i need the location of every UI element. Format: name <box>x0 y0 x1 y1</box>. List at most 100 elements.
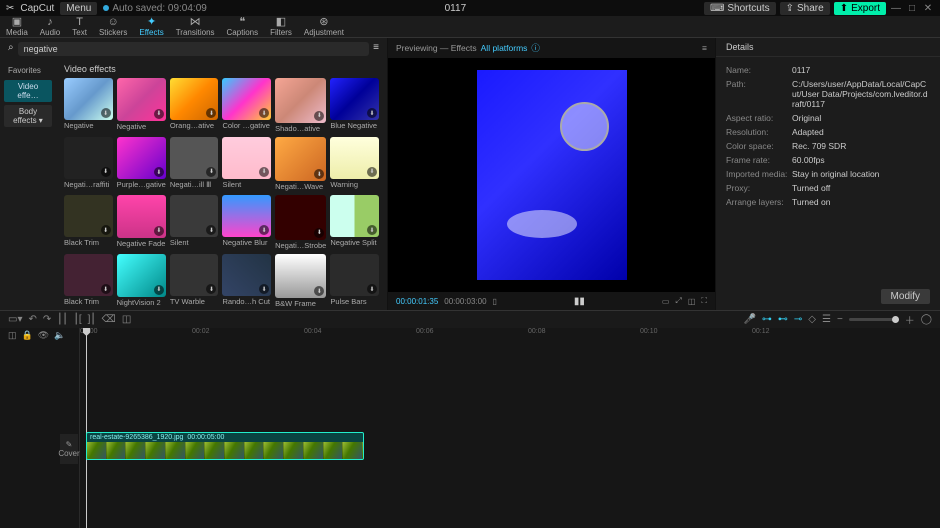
effect-thumb[interactable]: ⬇Negati…raffiti <box>64 137 113 192</box>
tab-captions[interactable]: ❝Captions <box>221 17 265 37</box>
effect-thumb[interactable]: ⬇Shado…ative <box>275 78 326 133</box>
effect-thumb[interactable]: ⬇Negati…Wave <box>275 137 326 192</box>
tab-filters[interactable]: ◧Filters <box>264 17 298 37</box>
minimize-icon[interactable]: — <box>890 3 902 14</box>
track-hide-icon[interactable]: 👁 <box>38 330 49 341</box>
effect-thumb[interactable]: ⬇Negative Blur <box>222 195 271 250</box>
trim-right-icon[interactable]: ]⎮ <box>88 314 96 325</box>
download-icon[interactable]: ⬇ <box>101 225 111 235</box>
effect-thumb[interactable]: ⬇Rando…h Cut <box>222 254 271 309</box>
undo-icon[interactable]: ↶ <box>28 314 36 325</box>
effect-thumb[interactable]: ⬇Warning <box>330 137 379 192</box>
effect-thumb[interactable]: ⬇Orang…ative <box>170 78 219 133</box>
fullscreen-icon[interactable]: ⛶ <box>701 296 707 306</box>
effect-thumb[interactable]: ⬇Negative <box>117 78 166 133</box>
maximize-icon[interactable]: □ <box>906 3 918 14</box>
sidenav-body-effects[interactable]: Body effects ▾ <box>4 105 52 127</box>
track-collapse-icon[interactable]: ◫ <box>8 330 17 341</box>
compare-icon[interactable]: ◫ <box>688 297 696 306</box>
effect-thumb[interactable]: ⬇Negative Fade <box>117 195 166 250</box>
tab-stickers[interactable]: ☺Stickers <box>93 17 133 37</box>
effect-thumb[interactable]: ⬇Negative Split <box>330 195 379 250</box>
effect-thumb[interactable]: ⬇Negative <box>64 78 113 133</box>
effect-thumb[interactable]: ⬇Purple…gative <box>117 137 166 192</box>
sidenav-video-effects[interactable]: Video effe… <box>4 80 52 102</box>
play-pause-button[interactable]: ▮▮ <box>503 296 656 307</box>
effect-thumb[interactable]: ⬇NightVision 2 <box>117 254 166 309</box>
sidenav-favorites[interactable]: Favorites <box>4 64 52 77</box>
tab-transitions[interactable]: ⋈Transitions <box>170 17 221 37</box>
tab-audio[interactable]: ♪Audio <box>34 17 66 37</box>
search-input[interactable] <box>18 42 370 56</box>
download-icon[interactable]: ⬇ <box>259 108 269 118</box>
download-icon[interactable]: ⬇ <box>206 284 216 294</box>
export-button[interactable]: ⬆ Export <box>834 2 886 15</box>
cover-button[interactable]: ✎Cover <box>60 434 78 464</box>
download-icon[interactable]: ⬇ <box>314 228 324 238</box>
info-icon[interactable]: ⓘ <box>531 42 540 54</box>
track-mute-icon[interactable]: 🔈 <box>54 330 65 341</box>
download-icon[interactable]: ⬇ <box>206 225 216 235</box>
effect-thumb[interactable]: ⬇Blue Negative <box>330 78 379 133</box>
trim-left-icon[interactable]: ⎮[ <box>74 314 82 325</box>
scale-icon[interactable]: ⤢ <box>675 296 681 306</box>
sort-icon[interactable]: ≡ <box>373 42 379 56</box>
prev-marker-icon[interactable]: ▯ <box>493 297 497 306</box>
tab-media[interactable]: ▣Media <box>0 17 34 37</box>
effect-thumb[interactable]: ⬇B&W Frame <box>275 254 326 309</box>
tab-text[interactable]: TText <box>66 17 93 37</box>
download-icon[interactable]: ⬇ <box>101 284 111 294</box>
zoom-slider[interactable] <box>849 318 899 321</box>
tracks-icon[interactable]: ☰ <box>822 314 831 325</box>
preview-menu-icon[interactable]: ≡ <box>702 43 707 53</box>
split-icon[interactable]: ⎮⎮ <box>57 314 67 325</box>
download-icon[interactable]: ⬇ <box>154 285 164 295</box>
download-icon[interactable]: ⬇ <box>259 225 269 235</box>
mic-icon[interactable]: 🎤 <box>743 314 755 325</box>
download-icon[interactable]: ⬇ <box>314 286 324 296</box>
effect-thumb[interactable]: ⬇Silent <box>222 137 271 192</box>
preview-snap-icon[interactable]: ⊸ <box>794 314 802 325</box>
download-icon[interactable]: ⬇ <box>206 108 216 118</box>
download-icon[interactable]: ⬇ <box>101 108 111 118</box>
download-icon[interactable]: ⬇ <box>154 226 164 236</box>
download-icon[interactable]: ⬇ <box>259 284 269 294</box>
effect-thumb[interactable]: ⬇Color …gative <box>222 78 271 133</box>
zoom-in-icon[interactable]: ＋ <box>905 312 915 327</box>
delete-icon[interactable]: ⌫ <box>102 314 116 325</box>
effect-thumb[interactable]: ⬇Pulse Bars <box>330 254 379 309</box>
platform-chip[interactable]: All platforms <box>481 43 528 53</box>
effect-thumb[interactable]: ⬇Black Trim <box>64 195 113 250</box>
share-button[interactable]: ⇪ Share <box>780 2 830 15</box>
timeline-ruler[interactable]: 00:0000:0200:0400:0600:0800:1000:12 <box>80 328 940 340</box>
menu-button[interactable]: Menu <box>60 2 97 15</box>
download-icon[interactable]: ⬇ <box>206 167 216 177</box>
effect-thumb[interactable]: ⬇Silent <box>170 195 219 250</box>
playhead[interactable] <box>86 328 87 528</box>
select-tool-icon[interactable]: ▭▾ <box>8 314 22 325</box>
effect-thumb[interactable]: ⬇Negati…Strobe <box>275 195 326 250</box>
download-icon[interactable]: ⬇ <box>314 111 324 121</box>
download-icon[interactable]: ⬇ <box>314 169 324 179</box>
crop-icon[interactable]: ◫ <box>122 314 131 325</box>
zoom-fit-icon[interactable]: ◯ <box>921 314 932 325</box>
download-icon[interactable]: ⬇ <box>367 225 377 235</box>
redo-icon[interactable]: ↷ <box>43 314 51 325</box>
ratio-icon[interactable]: ▭ <box>662 297 670 306</box>
video-clip[interactable]: real-estate-9265386_1920.jpg 00:00:05:00 <box>86 432 364 460</box>
link-icon[interactable]: ⊷ <box>778 314 788 325</box>
download-icon[interactable]: ⬇ <box>154 167 164 177</box>
download-icon[interactable]: ⬇ <box>367 108 377 118</box>
download-icon[interactable]: ⬇ <box>101 167 111 177</box>
shortcuts-button[interactable]: ⌨ Shortcuts <box>704 2 776 15</box>
effect-thumb[interactable]: ⬇Black Trim <box>64 254 113 309</box>
download-icon[interactable]: ⬇ <box>154 109 164 119</box>
snap-icon[interactable]: ⊶ <box>762 314 772 325</box>
download-icon[interactable]: ⬇ <box>367 284 377 294</box>
download-icon[interactable]: ⬇ <box>367 167 377 177</box>
tab-effects[interactable]: ✦Effects <box>133 17 169 37</box>
effect-thumb[interactable]: ⬇Negati…ill Ⅲ <box>170 137 219 192</box>
download-icon[interactable]: ⬇ <box>259 167 269 177</box>
effect-thumb[interactable]: ⬇TV Warble <box>170 254 219 309</box>
track-lock-icon[interactable]: 🔒 <box>22 330 33 341</box>
